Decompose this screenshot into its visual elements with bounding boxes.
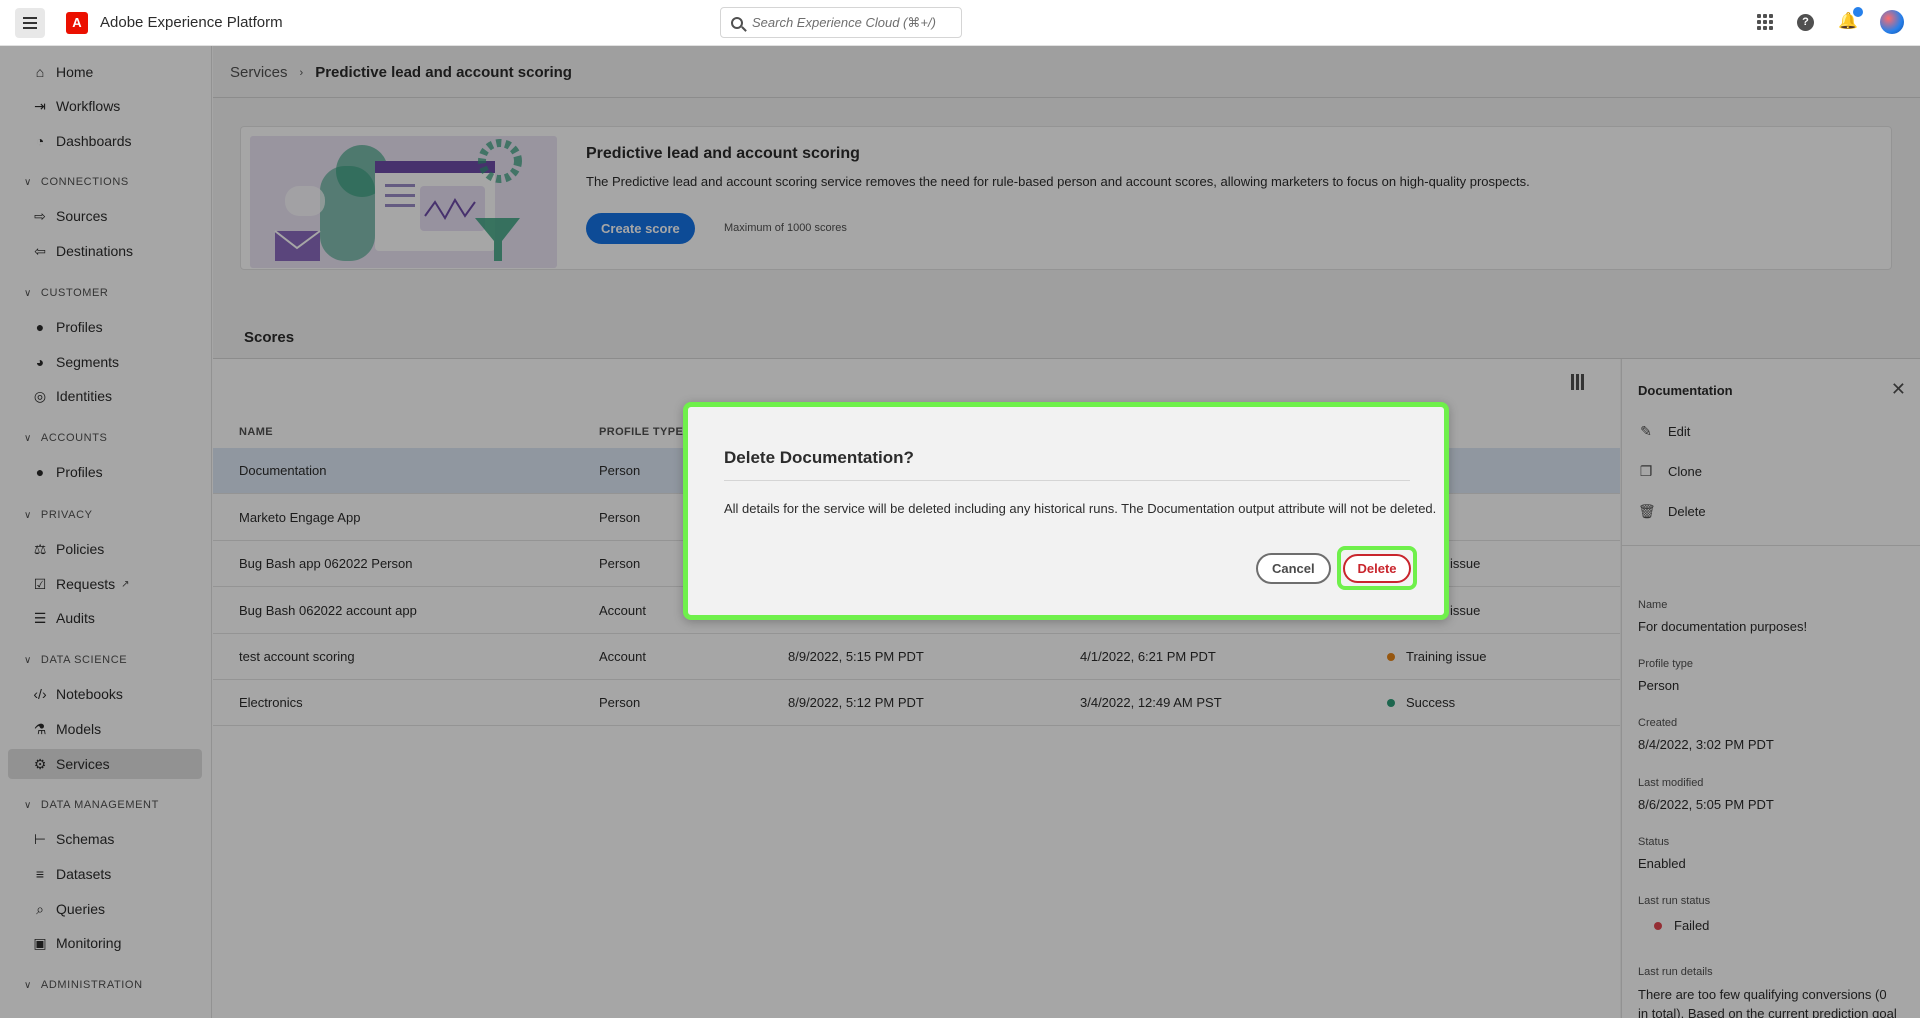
search-placeholder: Search Experience Cloud (⌘+/) — [752, 14, 936, 30]
top-bar: A Adobe Experience Platform Search Exper… — [0, 0, 1920, 46]
help-icon[interactable]: ? — [1797, 13, 1814, 31]
menu-icon[interactable] — [15, 7, 45, 38]
app-title[interactable]: Adobe Experience Platform — [100, 14, 283, 31]
dialog-body: All details for the service will be dele… — [724, 501, 1437, 516]
delete-dialog: Delete Documentation? All details for th… — [683, 402, 1449, 620]
notification-badge — [1853, 7, 1863, 17]
notifications-icon[interactable]: 🔔 — [1838, 7, 1863, 31]
search-icon — [731, 16, 743, 29]
dialog-title: Delete Documentation? — [724, 448, 914, 467]
avatar[interactable] — [1880, 10, 1904, 34]
apps-grid-icon[interactable] — [1757, 14, 1773, 30]
confirm-delete-button[interactable]: Delete — [1343, 553, 1411, 583]
adobe-logo[interactable]: A — [66, 11, 88, 34]
delete-button-highlight: Delete — [1337, 546, 1417, 590]
cancel-button[interactable]: Cancel — [1256, 553, 1331, 584]
search-input[interactable]: Search Experience Cloud (⌘+/) — [720, 7, 962, 38]
divider — [724, 480, 1410, 481]
